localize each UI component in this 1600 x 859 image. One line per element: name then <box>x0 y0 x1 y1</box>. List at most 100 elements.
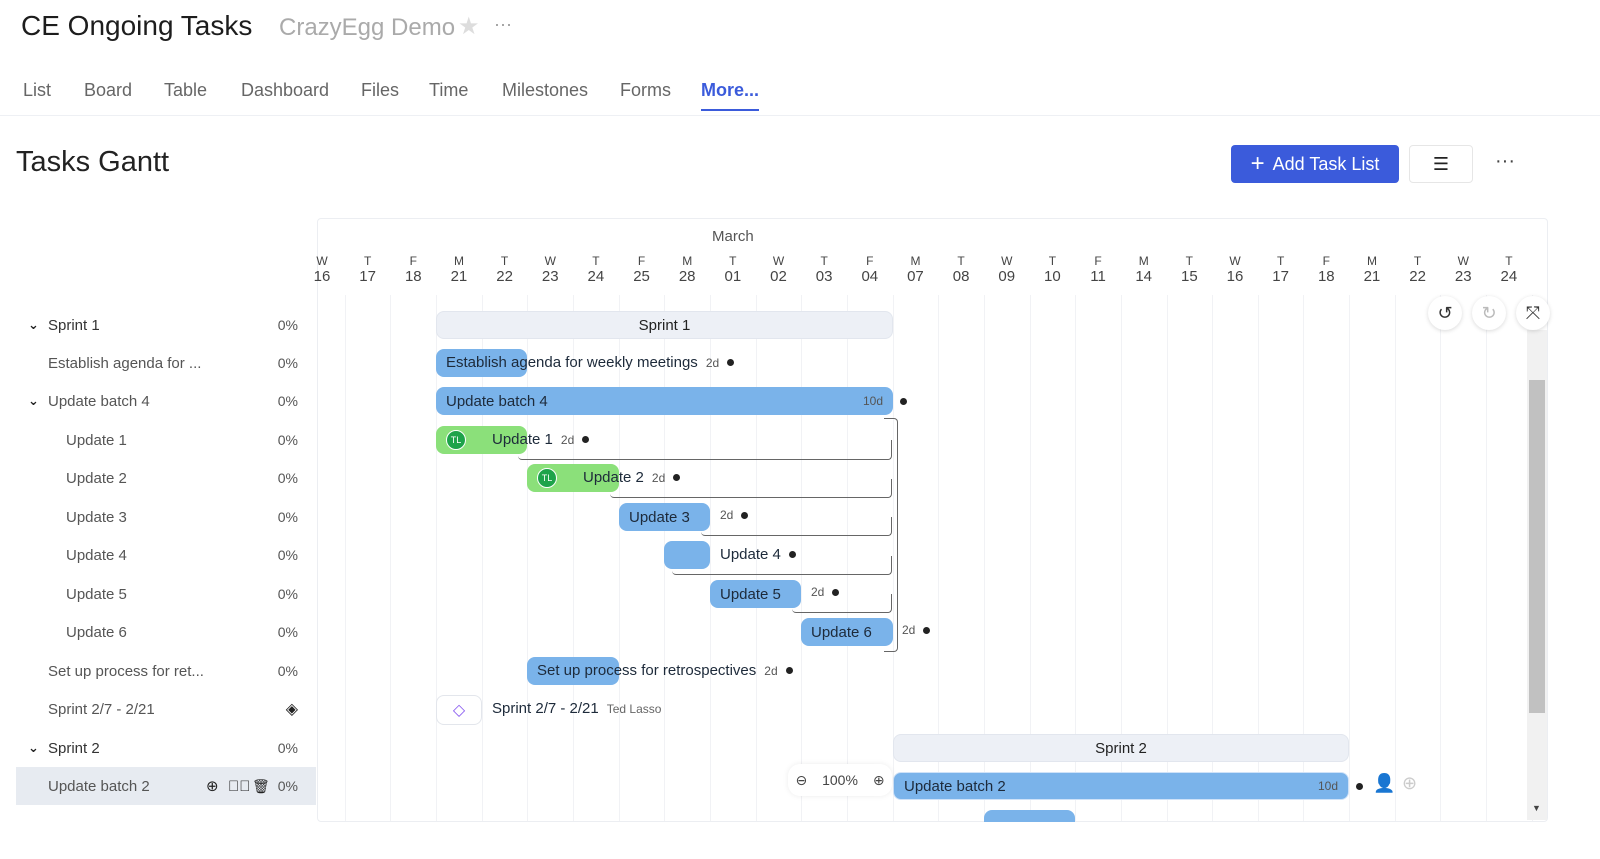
weekday: T <box>1185 254 1194 268</box>
dependency-handle[interactable] <box>900 398 907 405</box>
date: 09 <box>998 268 1016 285</box>
zoom-out-icon[interactable]: ⊖ <box>795 772 807 789</box>
tab-dashboard[interactable]: Dashboard <box>241 80 329 101</box>
trash-icon[interactable]: 🗑 <box>252 778 270 795</box>
dependency-line <box>792 594 892 613</box>
redo-icon[interactable]: ↻ <box>1472 296 1506 330</box>
tab-time[interactable]: Time <box>429 80 468 101</box>
chevron-down-icon[interactable]: ⌄ <box>28 317 39 333</box>
task-bar[interactable]: Update batch 4 10d <box>436 387 893 415</box>
tab-files[interactable]: Files <box>361 80 399 101</box>
dependency-handle[interactable] <box>582 436 590 443</box>
tab-forms[interactable]: Forms <box>620 80 671 101</box>
add-task-list-button[interactable]: + Add Task List <box>1231 145 1399 183</box>
task-row[interactable]: Update 5 0% <box>16 575 316 613</box>
task-row[interactable]: ⌄ Update batch 4 0% <box>16 382 316 420</box>
task-progress: 0% <box>277 663 298 679</box>
task-name: Update 4 <box>66 546 127 564</box>
dependency-handle[interactable] <box>727 359 735 366</box>
weekday: M <box>910 254 921 268</box>
task-row[interactable]: ⌄ Sprint 1 0% <box>16 306 316 344</box>
tab-milestones[interactable]: Milestones <box>502 80 588 101</box>
task-name: Update 5 <box>66 585 127 603</box>
weekday: T <box>957 254 965 268</box>
task-progress: 0% <box>277 586 298 602</box>
task-bar[interactable]: Update 5 <box>710 580 801 608</box>
task-row[interactable]: Update 2 0% <box>16 459 316 497</box>
day-header: W 23 <box>530 254 570 285</box>
task-row[interactable]: Update batch 2 ⊕ ✓⃝ 🗑 0% <box>16 767 316 805</box>
weekday: T <box>1048 254 1057 268</box>
dependency-handle[interactable] <box>673 474 681 481</box>
weekday: T <box>820 254 828 268</box>
date: 17 <box>359 268 376 285</box>
dependency-handle[interactable] <box>923 626 931 634</box>
milestone-icon[interactable]: ◇ <box>436 695 482 725</box>
chevron-down-icon[interactable]: ⌄ <box>28 393 39 409</box>
grid-line <box>1349 295 1351 821</box>
avatar[interactable]: TL <box>446 430 466 450</box>
fullscreen-icon[interactable]: ⤧ <box>1516 296 1550 330</box>
weekday: F <box>1322 254 1330 268</box>
task-row[interactable]: Update 4 0% <box>16 536 316 574</box>
task-bar[interactable] <box>984 810 1075 822</box>
avatar[interactable]: TL <box>537 468 557 488</box>
scrollbar-thumb[interactable] <box>1529 380 1545 713</box>
star-icon[interactable]: ★ <box>458 12 480 41</box>
day-header: T 03 <box>804 254 844 285</box>
more-options-icon[interactable]: ··· <box>494 14 512 35</box>
weekday: M <box>1366 254 1377 268</box>
tab-board[interactable]: Board <box>84 80 132 101</box>
zoom-in-icon[interactable]: ⊕ <box>873 772 885 789</box>
task-progress: 0% <box>277 432 298 448</box>
assign-user-icon[interactable]: 👤 <box>1373 773 1395 794</box>
add-subtask-icon[interactable]: ⊕ <box>206 777 219 795</box>
task-row[interactable]: Update 3 0% <box>16 498 316 536</box>
day-header: T 10 <box>1032 254 1072 285</box>
dependency-handle[interactable] <box>832 588 840 596</box>
filter-button[interactable]: ☰ <box>1409 145 1473 183</box>
task-row[interactable]: Update 6 0% <box>16 613 316 651</box>
bar-duration: 10d <box>862 394 883 408</box>
date: 23 <box>1454 268 1472 285</box>
task-bar[interactable] <box>664 541 710 569</box>
tab-more[interactable]: More... <box>701 80 760 111</box>
weekday: T <box>500 254 509 268</box>
task-bar[interactable]: Update batch 2 10d <box>893 772 1349 800</box>
task-row[interactable]: Update 1 0% <box>16 421 316 459</box>
task-row[interactable]: ⌄ Sprint 2 0% <box>16 729 316 767</box>
date: 02 <box>770 268 787 285</box>
date: 18 <box>404 268 422 285</box>
workspace-name[interactable]: CrazyEgg Demo <box>279 14 455 42</box>
dependency-handle[interactable] <box>741 511 749 519</box>
tab-table[interactable]: Table <box>164 80 207 101</box>
tab-list[interactable]: List <box>23 80 51 101</box>
dependency-handle[interactable] <box>788 551 796 558</box>
sprint-1-bar[interactable]: Sprint 1 <box>436 311 893 339</box>
day-header: T 01 <box>713 254 753 285</box>
dependency-handle[interactable] <box>1356 783 1363 790</box>
page-more-icon[interactable]: ··· <box>1495 150 1515 173</box>
task-bar[interactable]: Update 6 <box>801 618 893 646</box>
bar-duration: 2d <box>902 623 916 637</box>
scroll-down-icon[interactable]: ▼ <box>1532 803 1541 813</box>
day-header: F 25 <box>622 254 662 285</box>
grid-line <box>1394 295 1396 821</box>
task-bar[interactable]: Update 3 <box>619 503 710 531</box>
date: 08 <box>952 268 970 285</box>
task-row[interactable]: Set up process for ret... 0% <box>16 652 316 690</box>
day-header: M 21 <box>1352 254 1392 285</box>
sprint-2-bar[interactable]: Sprint 2 <box>893 734 1349 762</box>
bar-name: Update batch 4 <box>446 392 548 410</box>
bar-duration: 2d <box>811 585 825 599</box>
task-row[interactable]: Establish agenda for ... 0% <box>16 344 316 382</box>
milestone-row[interactable]: Sprint 2/7 - 2/21 ◈ <box>16 690 316 728</box>
divider <box>0 115 1600 116</box>
dependency-handle[interactable] <box>785 667 793 674</box>
undo-icon[interactable]: ↺ <box>1428 296 1462 330</box>
date: 16 <box>313 268 331 285</box>
zoom-to-task-icon[interactable]: ⊕ <box>1402 773 1417 794</box>
complete-icon[interactable]: ✓⃝ <box>228 778 251 795</box>
chevron-down-icon[interactable]: ⌄ <box>28 740 39 756</box>
dependency-line <box>884 418 898 652</box>
